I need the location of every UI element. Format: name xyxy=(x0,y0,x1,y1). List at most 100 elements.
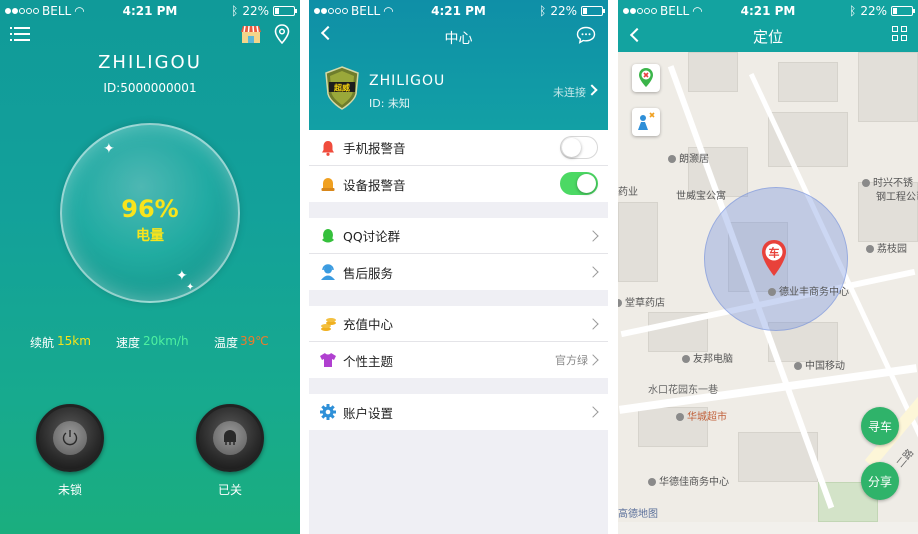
recharge-row[interactable]: 充值中心 xyxy=(309,306,608,342)
center-screen: BELL ◠ 4:21 PM ᛒ 22% 中心 超威 ZHILIGOU ID: … xyxy=(309,0,608,534)
seat-label: 已关 xyxy=(217,483,242,497)
map-block xyxy=(618,202,658,282)
temperature-label: 温度 xyxy=(214,336,239,350)
share-button[interactable]: 分享 xyxy=(861,462,899,500)
phone-alarm-row: 手机报警音 xyxy=(309,130,608,166)
seat-icon xyxy=(213,421,247,455)
map-block xyxy=(688,52,738,92)
map-credit: 高德地图 xyxy=(618,509,658,520)
phone-alarm-label: 手机报警音 xyxy=(343,141,406,156)
poi-label: 友邦电脑 xyxy=(682,350,733,365)
car-marker[interactable]: 车 xyxy=(760,238,788,282)
qq-group-label: QQ讨论群 xyxy=(343,229,401,244)
poi-label: 世威宝公寓 xyxy=(676,191,726,202)
car-marker-label: 车 xyxy=(769,246,780,260)
chevron-right-icon xyxy=(587,406,599,418)
device-id: ID:5000000001 xyxy=(103,81,197,95)
bluetooth-icon: ᛒ xyxy=(539,4,547,18)
poi-label: 堂草药店 xyxy=(618,294,665,309)
battery-icon xyxy=(273,6,297,16)
shirt-icon xyxy=(319,351,337,369)
theme-row[interactable]: 个性主题 官方绿 xyxy=(309,342,608,378)
poi-label: 时兴不锈 xyxy=(862,174,913,189)
device-name: ZHILIGOU xyxy=(98,52,202,73)
user-name: ZHILIGOU xyxy=(369,73,446,89)
temperature-value: 39℃ xyxy=(240,334,269,348)
connection-status[interactable]: 未连接 xyxy=(553,84,586,100)
poi-label: 华德佳商务中心 xyxy=(648,473,729,488)
settings-group: 账户设置 xyxy=(309,394,608,430)
poi-label: 钢工程公司 xyxy=(876,192,918,203)
poi-label: 朗灏居 xyxy=(668,150,709,165)
street-label: 水口花园东一巷 xyxy=(648,385,718,396)
support-group: QQ讨论群 售后服务 xyxy=(309,218,608,290)
map-view[interactable]: 朗灏居 世威宝公寓 药业 时兴不锈 钢工程公司 荔枝园 德业丰商务中心 堂草药店… xyxy=(618,52,918,522)
lock-button[interactable] xyxy=(36,404,104,472)
gear-icon xyxy=(319,403,337,421)
badge-text: 超威 xyxy=(333,83,350,93)
device-alarm-row: 设备报警音 xyxy=(309,166,608,202)
after-sales-label: 售后服务 xyxy=(343,265,394,281)
brand-badge: 超威 xyxy=(324,66,360,114)
map-gps-button[interactable] xyxy=(632,64,660,92)
phone-alarm-toggle[interactable] xyxy=(560,136,598,159)
battery-percent: 22% xyxy=(550,4,577,18)
account-settings-row[interactable]: 账户设置 xyxy=(309,394,608,430)
chevron-right-icon xyxy=(587,318,599,330)
account-settings-label: 账户设置 xyxy=(343,405,394,421)
map-block xyxy=(858,52,918,122)
chevron-right-icon xyxy=(587,230,599,242)
battery-icon xyxy=(891,6,915,16)
battery-percentage: 96% xyxy=(121,195,179,223)
locate-screen: BELL ◠ 4:21 PM ᛒ 22% 定位 朗灏居 世威宝公寓 药业 时兴不… xyxy=(618,0,918,534)
battery-gauge: 96% 电量 xyxy=(60,123,240,303)
sparkle-icon: ✦ xyxy=(186,282,195,293)
alarm-settings-group: 手机报警音 设备报警音 xyxy=(309,130,608,202)
poi-label: 德业丰商务中心 xyxy=(768,283,849,298)
speed-value: 20km/h xyxy=(143,334,189,348)
poi-label: 荔枝园 xyxy=(866,240,907,255)
map-block xyxy=(778,62,838,102)
status-bar: BELL ◠ 4:21 PM ᛒ 22% xyxy=(309,0,608,22)
status-bar: BELL ◠ 4:21 PM ᛒ 22% xyxy=(618,0,918,22)
speed-label: 速度 xyxy=(116,336,141,350)
bluetooth-icon: ᛒ xyxy=(231,4,239,18)
home-screen: BELL ◠ 4:21 PM ᛒ 22% ZHILIGOU ID:5000000… xyxy=(0,0,300,534)
poi-label: 药业 xyxy=(618,187,638,198)
grid-icon[interactable] xyxy=(892,26,908,42)
power-icon xyxy=(53,421,87,455)
bell-icon xyxy=(319,139,337,157)
chat-icon[interactable] xyxy=(576,26,596,48)
battery-percent: 22% xyxy=(242,4,269,18)
shop-icon[interactable] xyxy=(240,24,262,44)
sparkle-icon: ✦ xyxy=(103,141,115,157)
map-person-button[interactable] xyxy=(632,108,660,136)
lock-label: 未锁 xyxy=(57,483,82,497)
account-group: 充值中心 个性主题 官方绿 xyxy=(309,306,608,378)
battery-percent: 22% xyxy=(860,4,887,18)
theme-label: 个性主题 xyxy=(343,353,394,369)
user-id: ID: 未知 xyxy=(369,97,410,110)
menu-icon[interactable] xyxy=(10,26,30,42)
battery-label: 电量 xyxy=(136,228,164,244)
status-bar: BELL ◠ 4:21 PM ᛒ 22% xyxy=(0,0,300,22)
poi-label: 华城超市 xyxy=(676,408,727,423)
location-pin-icon[interactable] xyxy=(274,24,290,48)
siren-icon xyxy=(319,175,337,193)
recharge-label: 充值中心 xyxy=(343,317,394,332)
page-title: 定位 xyxy=(752,28,783,46)
device-alarm-label: 设备报警音 xyxy=(343,177,406,193)
qq-group-row[interactable]: QQ讨论群 xyxy=(309,218,608,254)
find-car-button[interactable]: 寻车 xyxy=(861,407,899,445)
profile-header: BELL ◠ 4:21 PM ᛒ 22% 中心 超威 ZHILIGOU ID: … xyxy=(309,0,608,130)
device-alarm-toggle[interactable] xyxy=(560,172,598,195)
page-title: 中心 xyxy=(444,31,473,47)
locate-header: BELL ◠ 4:21 PM ᛒ 22% 定位 xyxy=(618,0,918,52)
theme-value: 官方绿 xyxy=(555,354,588,367)
coins-icon xyxy=(319,315,337,333)
seat-button[interactable] xyxy=(196,404,264,472)
chevron-right-icon xyxy=(587,354,599,366)
chevron-right-icon[interactable] xyxy=(586,84,598,96)
chevron-right-icon xyxy=(587,266,599,278)
after-sales-row[interactable]: 售后服务 xyxy=(309,254,608,290)
